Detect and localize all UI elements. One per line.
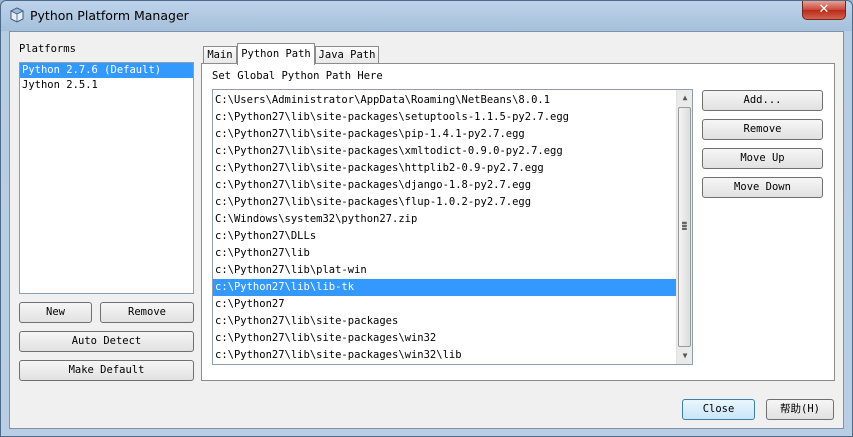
path-list-item[interactable]: c:\Python27\lib\site-packages\win32\lib xyxy=(213,347,677,364)
auto-detect-button[interactable]: Auto Detect xyxy=(19,331,194,352)
tab-python-path[interactable]: Python Path xyxy=(237,43,315,65)
new-platform-button[interactable]: New xyxy=(19,302,92,323)
python-platform-manager-window: Python Platform Manager ✕ Platforms Pyth… xyxy=(0,0,853,437)
platform-item[interactable]: Python 2.7.6 (Default) xyxy=(20,63,193,78)
path-list-item[interactable]: c:\Python27\lib xyxy=(213,245,677,262)
dialog-client-area: Platforms Python 2.7.6 (Default) Jython 2… xyxy=(9,31,844,429)
path-list-item[interactable]: c:\Python27\lib\site-packages xyxy=(213,313,677,330)
path-list-item[interactable]: c:\Python27 xyxy=(213,296,677,313)
python-path-list[interactable]: C:\Users\Administrator\AppData\Roaming\N… xyxy=(212,89,693,365)
close-icon: ✕ xyxy=(818,2,830,17)
path-list-item[interactable]: C:\Users\Administrator\AppData\Roaming\N… xyxy=(213,92,677,109)
path-list-item[interactable]: c:\Python27\lib\site-packages\xmltodict-… xyxy=(213,143,677,160)
scroll-up-icon[interactable]: ▲ xyxy=(677,90,692,106)
window-close-button[interactable]: ✕ xyxy=(802,1,846,20)
window-title: Python Platform Manager xyxy=(30,8,189,23)
path-list-item[interactable]: c:\Python27\lib\site-packages\flup-1.0.2… xyxy=(213,194,677,211)
make-default-button[interactable]: Make Default xyxy=(19,360,194,381)
help-button[interactable]: 帮助(H) xyxy=(766,399,834,420)
scroll-thumb[interactable]: ▬ ▬ ▬ xyxy=(678,107,691,347)
grip-icon: ▬ ▬ ▬ xyxy=(682,218,687,233)
scroll-down-icon[interactable]: ▼ xyxy=(677,348,692,364)
platform-item[interactable]: Jython 2.5.1 xyxy=(20,78,193,93)
path-list-scrollbar[interactable]: ▲ ▬ ▬ ▬ ▼ xyxy=(676,90,692,364)
app-icon xyxy=(10,7,24,23)
platforms-list[interactable]: Python 2.7.6 (Default) Jython 2.5.1 xyxy=(19,62,194,294)
add-path-button[interactable]: Add... xyxy=(702,90,823,111)
path-list-item[interactable]: c:\Python27\lib\site-packages\win32 xyxy=(213,330,677,347)
title-bar[interactable]: Python Platform Manager ✕ xyxy=(1,1,852,31)
path-list-item[interactable]: c:\Python27\lib\lib-tk xyxy=(213,279,677,296)
path-list-item[interactable]: c:\Python27\lib\site-packages\django-1.8… xyxy=(213,177,677,194)
path-list-item[interactable]: c:\Python27\DLLs xyxy=(213,228,677,245)
close-button[interactable]: Close xyxy=(682,399,755,420)
path-list-item[interactable]: c:\Python27\lib\plat-win xyxy=(213,262,677,279)
remove-platform-button[interactable]: Remove xyxy=(100,302,194,323)
python-path-panel: Set Global Python Path Here C:\Users\Adm… xyxy=(201,63,835,381)
move-down-button[interactable]: Move Down xyxy=(702,177,823,198)
path-list-item[interactable]: c:\Python27\lib\site-packages\httplib2-0… xyxy=(213,160,677,177)
remove-path-button[interactable]: Remove xyxy=(702,119,823,140)
path-list-item[interactable]: C:\Windows\system32\python27.zip xyxy=(213,211,677,228)
path-list-item[interactable]: c:\Python27\lib\site-packages\setuptools… xyxy=(213,109,677,126)
path-list-item[interactable]: c:\Python27\lib\site-packages\pip-1.4.1-… xyxy=(213,126,677,143)
platforms-label: Platforms xyxy=(19,43,76,55)
panel-heading: Set Global Python Path Here xyxy=(212,70,383,82)
move-up-button[interactable]: Move Up xyxy=(702,148,823,169)
